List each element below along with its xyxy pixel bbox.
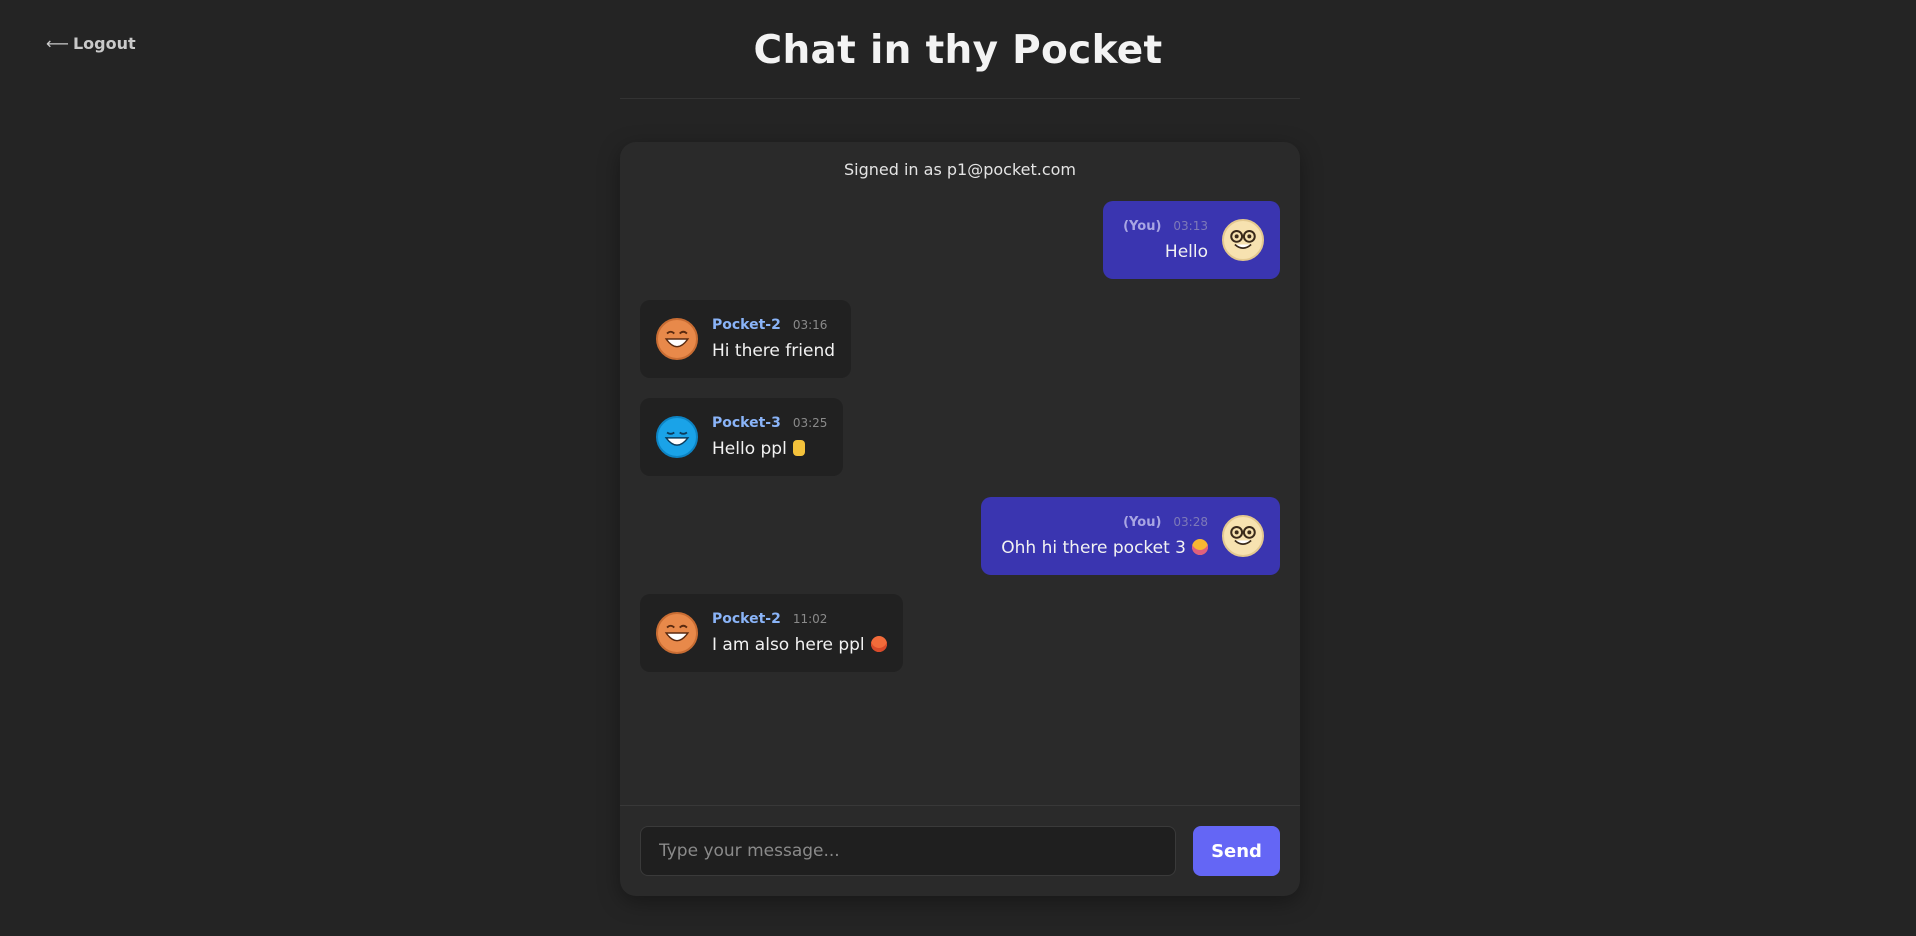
message-text: Ohh hi there pocket 3: [1001, 537, 1186, 558]
crying-face-emoji: [1192, 538, 1208, 555]
chat-panel: Signed in as p1@pocket.com (You) 03:13 H…: [620, 142, 1300, 896]
message-text: Hello ppl: [712, 439, 787, 459]
message-text-row: I am also here ppl: [712, 635, 887, 655]
message-text-row: Ohh hi there pocket 3: [1001, 538, 1208, 558]
nerd-face-icon: [1222, 515, 1264, 557]
page-title: Chat in thy Pocket: [753, 28, 1163, 73]
message-sender: Pocket-3: [712, 415, 781, 431]
message-time: 11:02: [792, 612, 828, 626]
message-input[interactable]: [640, 826, 1176, 876]
message-sender: Pocket-2: [712, 317, 781, 333]
nerd-face-icon: [1222, 219, 1264, 261]
title-divider: [620, 98, 1300, 99]
message-bubble-other: Pocket-3 03:25 Hello ppl: [640, 398, 844, 476]
victory-hand-emoji: [792, 440, 805, 456]
hot-face-emoji: [870, 636, 887, 652]
message-bubble-own: (You) 03:13 Hello: [1103, 201, 1280, 279]
message-time: 03:16: [792, 318, 828, 332]
message-sender: Pocket-2: [712, 611, 781, 627]
message-bubble-other: Pocket-2 03:16 Hi there friend: [640, 300, 852, 378]
message-bubble-own: (You) 03:28 Ohh hi there pocket 3: [981, 497, 1280, 575]
message-time: 03:13: [1173, 218, 1208, 233]
message-text: I am also here ppl: [712, 635, 865, 655]
send-button[interactable]: Send: [1193, 826, 1280, 876]
message-time: 03:28: [1173, 514, 1208, 529]
grinning-face-blue-icon: [656, 416, 698, 458]
message-text: Hi there friend: [712, 341, 836, 361]
message-time: 03:25: [792, 416, 828, 430]
message-sender: (You): [1123, 218, 1162, 234]
grinning-face-icon: [656, 318, 698, 360]
message-sender: (You): [1123, 514, 1162, 530]
message-text: Hello: [1164, 241, 1208, 262]
message-bubble-other: Pocket-2 11:02 I am also here ppl: [640, 594, 903, 672]
message-composer: Send: [620, 805, 1300, 896]
signed-in-status: Signed in as p1@pocket.com: [843, 160, 1077, 179]
grinning-face-icon: [656, 612, 698, 654]
message-text-row: Hello ppl: [712, 439, 827, 459]
